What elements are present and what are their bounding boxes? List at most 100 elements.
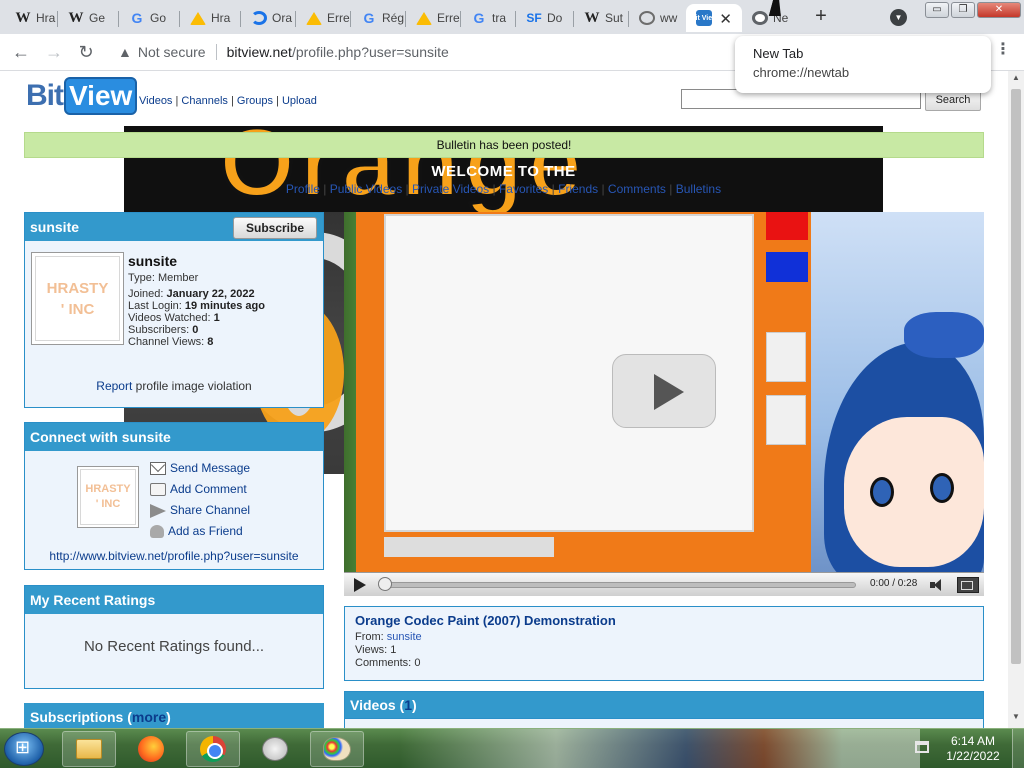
scroll-up-icon[interactable]: ▲ [1008, 73, 1024, 87]
taskbar-firefox[interactable] [124, 731, 178, 767]
address-bar[interactable]: ▲ Not secure bitview.net/profile.php?use… [110, 38, 750, 66]
tab-title: Erre [437, 11, 460, 25]
video-author-link[interactable]: sunsite [387, 631, 422, 643]
nav-videos[interactable]: Videos [139, 95, 172, 107]
videos-section-body [344, 719, 984, 728]
profile-nav-friends[interactable]: Friends [558, 182, 598, 196]
video-tool-button [766, 332, 806, 382]
tab-search-icon[interactable]: ▼ [890, 9, 907, 26]
videos-close-paren: ) [412, 697, 417, 713]
minimize-button[interactable]: ▭ [925, 2, 949, 18]
new-tab-button[interactable]: + [810, 6, 832, 28]
views-value: 1 [390, 644, 397, 656]
nav-channels[interactable]: Channels [181, 95, 227, 107]
video-player[interactable]: 0:00 / 0:28 [344, 212, 984, 596]
menu-icon[interactable]: ⋮ [995, 42, 1011, 58]
comments-label: Comments: [355, 657, 412, 669]
profile-nav-private-videos[interactable]: Private Videos [412, 182, 489, 196]
taskbar-paint[interactable] [310, 731, 364, 767]
scroll-down-icon[interactable]: ▼ [1008, 712, 1024, 726]
profile-box-header: sunsite Subscribe [25, 213, 323, 241]
reload-icon[interactable]: ↻ [75, 42, 97, 64]
nav-upload[interactable]: Upload [282, 95, 317, 107]
play-icon[interactable] [354, 578, 366, 592]
add-friend-link[interactable]: Add as Friend [168, 521, 243, 542]
browser-tab[interactable]: Ora [241, 4, 296, 32]
subscriptions-more-link[interactable]: more [132, 709, 166, 725]
report-link[interactable]: Report [96, 379, 132, 393]
google-drive-icon [416, 11, 432, 25]
profile-nav-profile[interactable]: Profile [286, 182, 320, 196]
taskbar-app[interactable] [248, 731, 302, 767]
browser-tab[interactable]: G Go [119, 4, 180, 32]
add-comment-link[interactable]: Add Comment [170, 479, 247, 500]
warning-icon[interactable]: ▲ [118, 44, 132, 60]
bitview-logo[interactable]: Bit View [26, 77, 138, 115]
chrome-icon [752, 11, 768, 25]
tab-title: Ora [272, 11, 293, 25]
scroll-thumb[interactable] [1011, 89, 1021, 664]
tab-close-icon[interactable]: ✕ [719, 10, 732, 28]
url-path[interactable]: /profile.php?user=sunsite [292, 44, 449, 60]
connect-avatar[interactable]: HRASTY ' INC [77, 466, 139, 528]
videos-count-link[interactable]: 1 [404, 697, 412, 713]
start-button[interactable] [4, 732, 44, 766]
clock-date: 1/22/2022 [946, 749, 1000, 763]
profile-box: sunsite Subscribe HRASTY ' INC sunsite T… [24, 212, 324, 408]
browser-tab[interactable]: G tra [461, 4, 516, 32]
profile-nav-bulletins[interactable]: Bulletins [676, 182, 721, 196]
wikipedia-icon: W [15, 9, 31, 26]
browser-tab-active[interactable]: Bit View ✕ [686, 4, 742, 32]
video-color-red [766, 212, 808, 240]
fullscreen-icon[interactable] [957, 577, 979, 593]
system-clock[interactable]: 6:14 AM 1/22/2022 [940, 734, 1006, 764]
browser-tab[interactable]: Erre [406, 4, 461, 32]
browser-tab[interactable]: Hra [180, 4, 241, 32]
share-channel-action[interactable]: Share Channel [150, 500, 250, 521]
taskbar-chrome[interactable] [186, 731, 240, 767]
google-icon: G [363, 10, 375, 26]
seek-bar[interactable] [380, 582, 856, 588]
tab-strip: W Hra W Ge G Go Hra Ora Erre G Rég Erre … [0, 0, 1024, 34]
tab-title: Sut [605, 11, 624, 25]
send-message-action[interactable]: Send Message [150, 458, 250, 479]
subscribe-button[interactable]: Subscribe [233, 217, 317, 239]
browser-tab[interactable]: SF Do [516, 4, 574, 32]
share-channel-link[interactable]: Share Channel [170, 500, 250, 521]
avatar[interactable]: HRASTY ' INC [31, 252, 124, 345]
nav-groups[interactable]: Groups [237, 95, 273, 107]
security-label[interactable]: Not secure [138, 44, 206, 60]
taskbar-explorer[interactable] [62, 731, 116, 767]
back-arrow-icon[interactable]: ← [10, 42, 32, 64]
browser-tab[interactable]: W Ge [58, 4, 119, 32]
volume-icon[interactable] [930, 579, 948, 591]
add-comment-action[interactable]: Add Comment [150, 479, 250, 500]
browser-tab[interactable]: G Rég [351, 4, 406, 32]
subscriptions-close-paren: ) [166, 709, 171, 725]
big-play-icon[interactable] [612, 354, 716, 428]
page-scrollbar[interactable]: ▲ ▼ [1008, 71, 1024, 728]
tab-title: Ge [89, 11, 106, 25]
close-window-button[interactable]: ✕ [977, 2, 1021, 18]
browser-tab[interactable]: Erre [296, 4, 351, 32]
send-message-link[interactable]: Send Message [170, 458, 250, 479]
subscribers-value: 0 [192, 324, 199, 336]
restore-button[interactable]: ❐ [951, 2, 975, 18]
profile-nav-favorites[interactable]: Favorites [499, 182, 548, 196]
videos-watched-value: 1 [213, 312, 220, 324]
profile-nav-public-videos[interactable]: Public Videos [330, 182, 403, 196]
browser-tab[interactable]: ww [629, 4, 684, 32]
add-friend-action[interactable]: Add as Friend [150, 521, 250, 542]
network-icon[interactable] [915, 741, 929, 753]
url-host[interactable]: bitview.net [227, 44, 292, 60]
profile-nav-comments[interactable]: Comments [608, 182, 666, 196]
forward-arrow-icon[interactable]: → [43, 42, 65, 64]
video-title[interactable]: Orange Codec Paint (2007) Demonstration [355, 614, 973, 627]
browser-tab[interactable]: W Hra [5, 4, 58, 32]
show-desktop-button[interactable] [1012, 729, 1024, 768]
seek-handle[interactable] [378, 577, 392, 591]
channel-url[interactable]: http://www.bitview.net/profile.php?user=… [25, 549, 323, 563]
from-label: From: [355, 631, 384, 643]
browser-tab[interactable]: W Sut [574, 4, 629, 32]
taskbar-wallpaper [400, 729, 920, 768]
